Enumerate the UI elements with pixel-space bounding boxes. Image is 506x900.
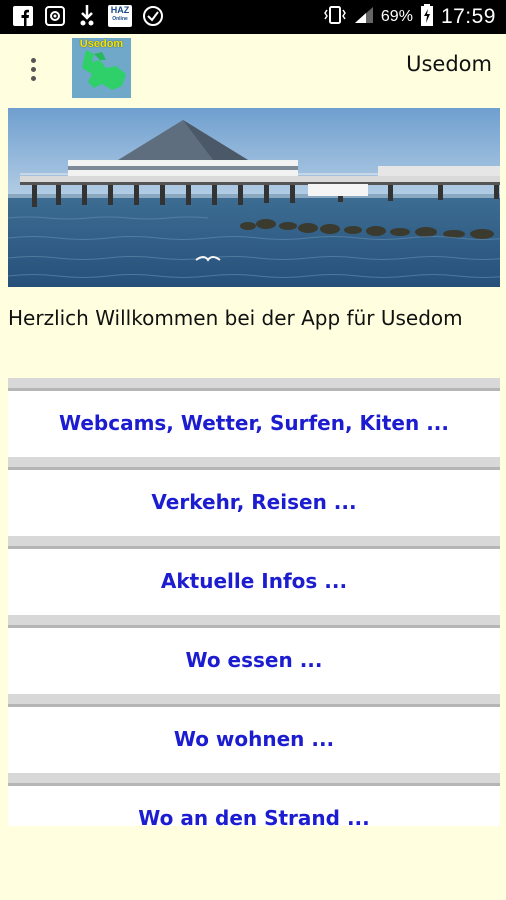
overflow-menu-button[interactable]	[18, 50, 48, 88]
facebook-icon	[12, 5, 34, 27]
menu-item-aktuelle-infos[interactable]: Aktuelle Infos ...	[8, 536, 500, 616]
vibrate-icon	[323, 6, 347, 28]
menu-dot	[30, 57, 36, 63]
menu-item-wo-an-den-strand[interactable]: Wo an den Strand ...	[8, 773, 500, 826]
menu-dot	[30, 75, 36, 81]
battery-percent: 69%	[380, 8, 413, 25]
status-bar: HAZ Online 69% 17:59	[0, 0, 506, 34]
battery-icon	[420, 4, 434, 30]
haz-label: HAZ	[110, 5, 130, 15]
app-title: Usedom	[406, 52, 492, 76]
hero-image-pier	[8, 108, 500, 287]
menu-item-wo-essen[interactable]: Wo essen ...	[8, 615, 500, 695]
sync-icon	[142, 5, 164, 27]
menu-item-webcams[interactable]: Webcams, Wetter, Surfen, Kiten ...	[8, 378, 500, 458]
app-toolbar: Usedom Usedom	[0, 34, 506, 104]
system-status: 69% 17:59	[323, 0, 496, 34]
menu-dot	[30, 66, 36, 72]
download-notification-icon	[76, 5, 98, 27]
main-menu-list: Webcams, Wetter, Surfen, Kiten ... Verke…	[8, 378, 500, 826]
notification-icons: HAZ Online	[12, 5, 164, 27]
camera-notification-icon	[44, 5, 66, 27]
logo-text: Usedom	[79, 38, 124, 50]
clock: 17:59	[440, 5, 496, 28]
signal-icon	[354, 6, 374, 28]
haz-app-icon: HAZ Online	[108, 5, 132, 27]
welcome-text: Herzlich Willkommen bei der App für Used…	[8, 306, 463, 330]
app-logo: Usedom	[72, 38, 131, 98]
menu-item-wo-wohnen[interactable]: Wo wohnen ...	[8, 694, 500, 774]
menu-item-verkehr[interactable]: Verkehr, Reisen ...	[8, 457, 500, 537]
haz-sub-label: Online	[112, 16, 128, 22]
